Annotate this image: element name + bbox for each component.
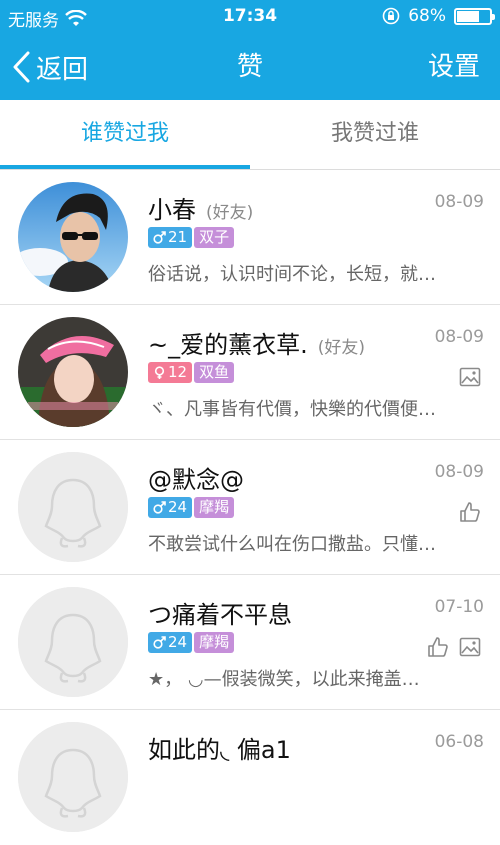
- battery-icon: [454, 7, 495, 25]
- status-bar: 无服务 17:34 68%: [0, 0, 500, 34]
- signature-text: ★， ◡—假装微笑，以此来掩盖…: [148, 669, 420, 690]
- row-icons: [458, 500, 482, 528]
- battery-percent: 68%: [408, 6, 446, 26]
- settings-button[interactable]: 设置: [428, 34, 480, 100]
- male-icon: [153, 636, 166, 649]
- name-line: 小春 (好友): [148, 190, 420, 225]
- list-item[interactable]: 如此的◟ 偏a1 06-08: [0, 710, 500, 845]
- user-name: 小春: [148, 196, 196, 224]
- name-line: 如此的◟ 偏a1: [148, 730, 420, 765]
- age-value: 24: [168, 633, 188, 651]
- tab-bar: 谁赞过我 我赞过谁: [0, 100, 500, 170]
- like-date: 08-09: [434, 462, 484, 482]
- age-value: 12: [168, 363, 188, 381]
- name-line: つ痛着不平息: [148, 595, 420, 630]
- list-item[interactable]: ~_爱的薰衣草. (好友) 08-09 12 双鱼ヾ、凡事皆有代價，快樂的代價便…: [0, 305, 500, 440]
- row-icons: [458, 365, 482, 393]
- gender-age-badge: 24: [148, 632, 193, 653]
- back-label: 返回: [36, 54, 89, 85]
- thumbs-up-icon: [426, 635, 450, 663]
- avatar[interactable]: [18, 182, 128, 292]
- tab-who-liked-me[interactable]: 谁赞过我: [0, 100, 250, 170]
- gender-age-badge: 12: [148, 362, 193, 383]
- list-item[interactable]: @默念@ 08-09 24 摩羯不敢尝试什么叫在伤口撒盐。只懂…: [0, 440, 500, 575]
- avatar[interactable]: [18, 317, 128, 427]
- name-line: ~_爱的薰衣草. (好友): [148, 325, 420, 360]
- signature-text: 俗话说，认识时间不论，长短，就…: [148, 264, 436, 285]
- name-line: @默念@: [148, 460, 420, 495]
- zodiac-badge: 双鱼: [194, 362, 235, 383]
- like-date: 06-08: [434, 732, 484, 752]
- profile-badges: 12 双鱼: [148, 362, 235, 383]
- profile-badges: 24 摩羯: [148, 632, 235, 653]
- list-item[interactable]: つ痛着不平息 07-10 24 摩羯 ★， ◡—假装微笑，以此来掩盖…: [0, 575, 500, 710]
- image-icon: [458, 635, 482, 663]
- back-button[interactable]: 返回: [10, 34, 88, 100]
- profile-badges: 21 双子: [148, 227, 235, 248]
- list-item[interactable]: 小春 (好友) 08-09 21 双子俗话说，认识时间不论，长短，就…: [0, 170, 500, 305]
- zodiac-badge: 摩羯: [194, 497, 235, 518]
- male-icon: [153, 501, 166, 514]
- gender-age-badge: 24: [148, 497, 193, 518]
- rotation-lock-icon: [382, 7, 400, 25]
- user-name: ~_爱的薰衣草.: [148, 331, 308, 359]
- chevron-left-icon: [13, 51, 30, 83]
- user-name: 如此的◟ 偏a1: [148, 736, 291, 764]
- signature-text: 不敢尝试什么叫在伤口撒盐。只懂…: [148, 534, 436, 555]
- gender-age-badge: 21: [148, 227, 193, 248]
- friend-tag: (好友): [317, 338, 366, 358]
- zodiac-badge: 摩羯: [194, 632, 235, 653]
- female-icon: [154, 366, 165, 379]
- zodiac-badge: 双子: [194, 227, 235, 248]
- like-date: 08-09: [434, 327, 484, 347]
- thumbs-up-icon: [458, 500, 482, 528]
- row-icons: [426, 635, 482, 663]
- likes-list: 小春 (好友) 08-09 21 双子俗话说，认识时间不论，长短，就… ~_爱的薰衣草. (…: [0, 170, 500, 845]
- user-name: つ痛着不平息: [148, 601, 292, 629]
- male-icon: [153, 231, 166, 244]
- image-icon: [458, 365, 482, 393]
- tab-who-i-liked[interactable]: 我赞过谁: [250, 100, 500, 170]
- age-value: 24: [168, 498, 188, 516]
- friend-tag: (好友): [206, 203, 254, 223]
- nav-bar: 返回 赞 设置: [0, 34, 500, 100]
- avatar[interactable]: [18, 587, 128, 697]
- like-date: 07-10: [434, 597, 484, 617]
- age-value: 21: [168, 228, 188, 246]
- user-name: @默念@: [148, 466, 244, 494]
- avatar[interactable]: [18, 452, 128, 562]
- like-date: 08-09: [434, 192, 484, 212]
- status-right: 68%: [382, 6, 495, 26]
- avatar[interactable]: [18, 722, 128, 832]
- battery-fill: [457, 10, 479, 22]
- signature-text: ヾ、凡事皆有代價，快樂的代價便…: [148, 399, 436, 420]
- tab-active-indicator: [0, 165, 250, 169]
- profile-badges: 24 摩羯: [148, 497, 235, 518]
